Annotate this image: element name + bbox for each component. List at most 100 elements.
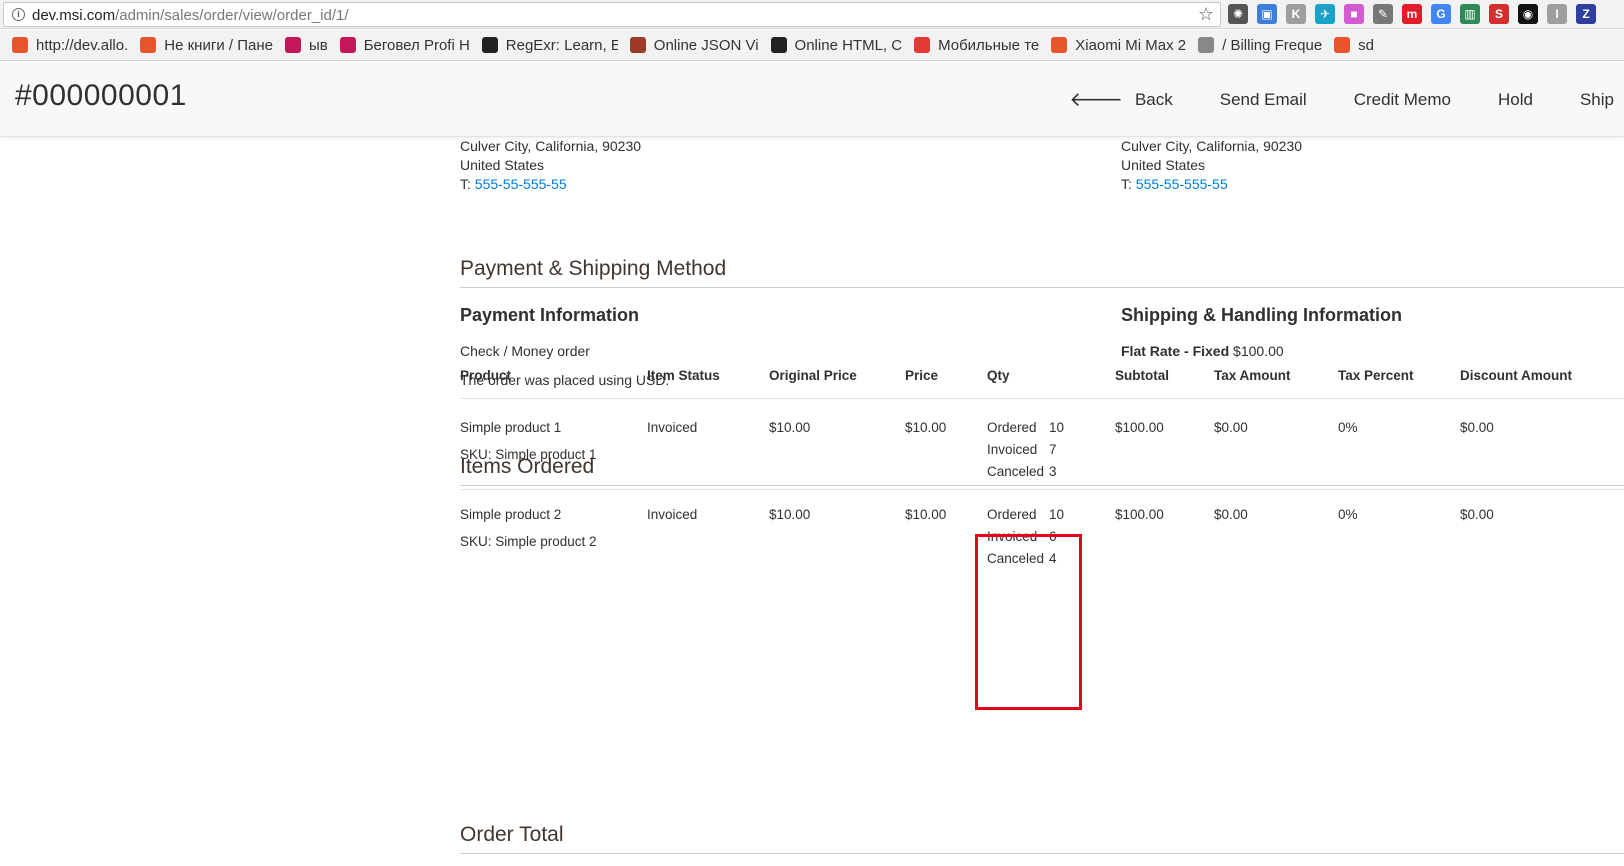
bookmark-item[interactable]: Мобильные те (914, 37, 1039, 54)
address-bar[interactable]: i dev.msi.com/admin/sales/order/view/ord… (3, 2, 1221, 27)
gradient-extension-icon[interactable]: ■ (1344, 4, 1364, 24)
cell-tax-amount: $0.00 (1214, 507, 1248, 522)
m-extension-icon[interactable]: m (1402, 4, 1422, 24)
shipping-address: Culver City, California, 90230 United St… (1121, 137, 1302, 194)
qty-value: 10 (1049, 507, 1065, 522)
tag-extension-icon[interactable]: ✎ (1373, 4, 1393, 24)
table-header-divider (460, 398, 1624, 399)
payment-method: Check / Money order (460, 343, 590, 359)
hold-button[interactable]: Hold (1498, 87, 1533, 112)
cell-product: Simple product 2 (460, 507, 562, 522)
qty-label: Canceled (987, 551, 1045, 566)
qty-value: 4 (1049, 551, 1057, 566)
cell-discount: $0.00 (1460, 420, 1494, 435)
bookmark-item[interactable]: Беговел Profi H (339, 37, 470, 54)
bookmark-favicon-icon (1051, 37, 1068, 53)
site-info-icon[interactable]: i (12, 8, 25, 21)
qty-label: Invoiced (987, 529, 1038, 544)
billing-phone-prefix: T: (460, 176, 475, 192)
bookmark-favicon-icon (629, 37, 646, 53)
order-total-section-title: Order Total (460, 823, 1624, 854)
qty-value: 10 (1049, 420, 1065, 435)
gear-extension-icon[interactable]: ✺ (1228, 4, 1248, 24)
bookmark-favicon-icon (481, 37, 498, 53)
billing-country: United States (460, 157, 545, 173)
bookmark-item[interactable]: / Billing Freque (1198, 37, 1322, 54)
bookmark-label: Online JSON Vi (653, 36, 759, 54)
back-button[interactable]: 🡐 Back (1069, 87, 1172, 112)
cell-discount: $0.00 (1460, 507, 1494, 522)
eye-extension-icon[interactable]: ◉ (1518, 4, 1538, 24)
bookmark-item[interactable]: Online JSON Vi (629, 36, 759, 54)
chart-extension-icon[interactable]: ▥ (1460, 4, 1480, 24)
table-row-divider (460, 489, 1624, 490)
cell-sku: SKU: Simple product 1 (460, 447, 597, 462)
extension-icons: ✺ ▣ K ✈ ■ ✎ m G ▥ S ◉ I Z (1228, 4, 1596, 26)
bookmark-item[interactable]: RegExr: Learn, E (481, 37, 618, 54)
cell-status: Invoiced (647, 507, 698, 522)
bookmark-favicon-icon (339, 37, 356, 53)
i-extension-icon[interactable]: I (1547, 4, 1567, 24)
send-email-button[interactable]: Send Email (1220, 87, 1307, 112)
back-label: Back (1134, 89, 1173, 109)
column-header-price: Price (905, 368, 939, 383)
bookmark-item[interactable]: Не книги / Пане (140, 37, 273, 54)
credit-memo-button[interactable]: Credit Memo (1354, 87, 1451, 112)
column-header-product: Product (460, 368, 512, 383)
ship-button[interactable]: Ship (1580, 87, 1614, 112)
billing-phone-link[interactable]: 555-55-555-55 (475, 176, 567, 192)
qty-invoiced-line: Invoiced 6 (987, 529, 1057, 544)
column-header-tax-amount: Tax Amount (1214, 368, 1291, 383)
seo-extension-icon[interactable]: S (1489, 4, 1509, 24)
box-extension-icon[interactable]: ▣ (1257, 4, 1277, 24)
bookmark-label: Xiaomi Mi Max 2 (1075, 36, 1187, 54)
bookmark-label: Мобильные те (938, 36, 1040, 54)
browser-toolbar: i dev.msi.com/admin/sales/order/view/ord… (0, 0, 1624, 29)
url-path: /admin/sales/order/view/order_id/1/ (115, 7, 349, 24)
bookmark-favicon-icon (140, 37, 157, 53)
billing-city-line: Culver City, California, 90230 (460, 138, 642, 154)
url-host: dev.msi.com (32, 7, 116, 24)
shipping-phone-prefix: T: (1121, 176, 1136, 192)
cell-sku: SKU: Simple product 2 (460, 534, 597, 549)
cell-price: $10.00 (905, 420, 947, 435)
bookmark-item[interactable]: Xiaomi Mi Max 2 (1051, 37, 1186, 54)
shipping-method: Flat Rate - Fixed (1121, 343, 1230, 359)
column-header-tax-percent: Tax Percent (1338, 368, 1414, 383)
bookmark-favicon-icon (770, 37, 787, 53)
cell-original-price: $10.00 (769, 507, 811, 522)
bookmark-item[interactable]: sd (1334, 37, 1374, 54)
bookmark-item[interactable]: ыв (284, 37, 328, 54)
qty-ordered-line: Ordered 10 (987, 420, 1064, 435)
qty-canceled-line: Canceled 3 (987, 464, 1057, 479)
qty-value: 6 (1049, 529, 1057, 544)
qty-label: Invoiced (987, 442, 1038, 457)
column-header-subtotal: Subtotal (1115, 368, 1169, 383)
shipping-handling-title: Shipping & Handling Information (1121, 305, 1402, 325)
bookmarks-bar: http://dev.allo. Не книги / Пане ыв Беговел… (0, 30, 1624, 61)
column-header-original-price: Original Price (769, 368, 857, 383)
shipping-phone-link[interactable]: 555-55-555-55 (1136, 176, 1228, 192)
bookmark-star-icon[interactable]: ☆ (1198, 4, 1214, 25)
billing-phone-line: T: 555-55-555-55 (460, 175, 641, 194)
address-url[interactable]: dev.msi.com/admin/sales/order/view/order… (32, 7, 349, 24)
shipping-method-line: Flat Rate - Fixed $100.00 (1121, 343, 1284, 359)
bookmark-favicon-icon (1198, 37, 1215, 53)
bookmark-label: Не книги / Пане (164, 36, 273, 54)
bookmark-item[interactable]: Online HTML, C (770, 37, 902, 54)
bookmark-favicon-icon (1334, 37, 1351, 53)
z-extension-icon[interactable]: Z (1576, 4, 1596, 24)
qty-ordered-line: Ordered 10 (987, 507, 1064, 522)
bird-extension-icon[interactable]: ✈ (1315, 4, 1335, 24)
qty-value: 3 (1049, 464, 1057, 479)
cell-price: $10.00 (905, 507, 947, 522)
translate-extension-icon[interactable]: G (1431, 4, 1451, 24)
bookmark-label: http://dev.allo. (36, 36, 129, 54)
cell-status: Invoiced (647, 420, 698, 435)
k-extension-icon[interactable]: K (1286, 4, 1306, 24)
cell-subtotal: $100.00 (1115, 420, 1164, 435)
cell-original-price: $10.00 (769, 420, 811, 435)
payment-shipping-section-title: Payment & Shipping Method (460, 257, 1624, 288)
billing-address: Culver City, California, 90230 United St… (460, 137, 641, 194)
bookmark-item[interactable]: http://dev.allo. (12, 37, 128, 54)
